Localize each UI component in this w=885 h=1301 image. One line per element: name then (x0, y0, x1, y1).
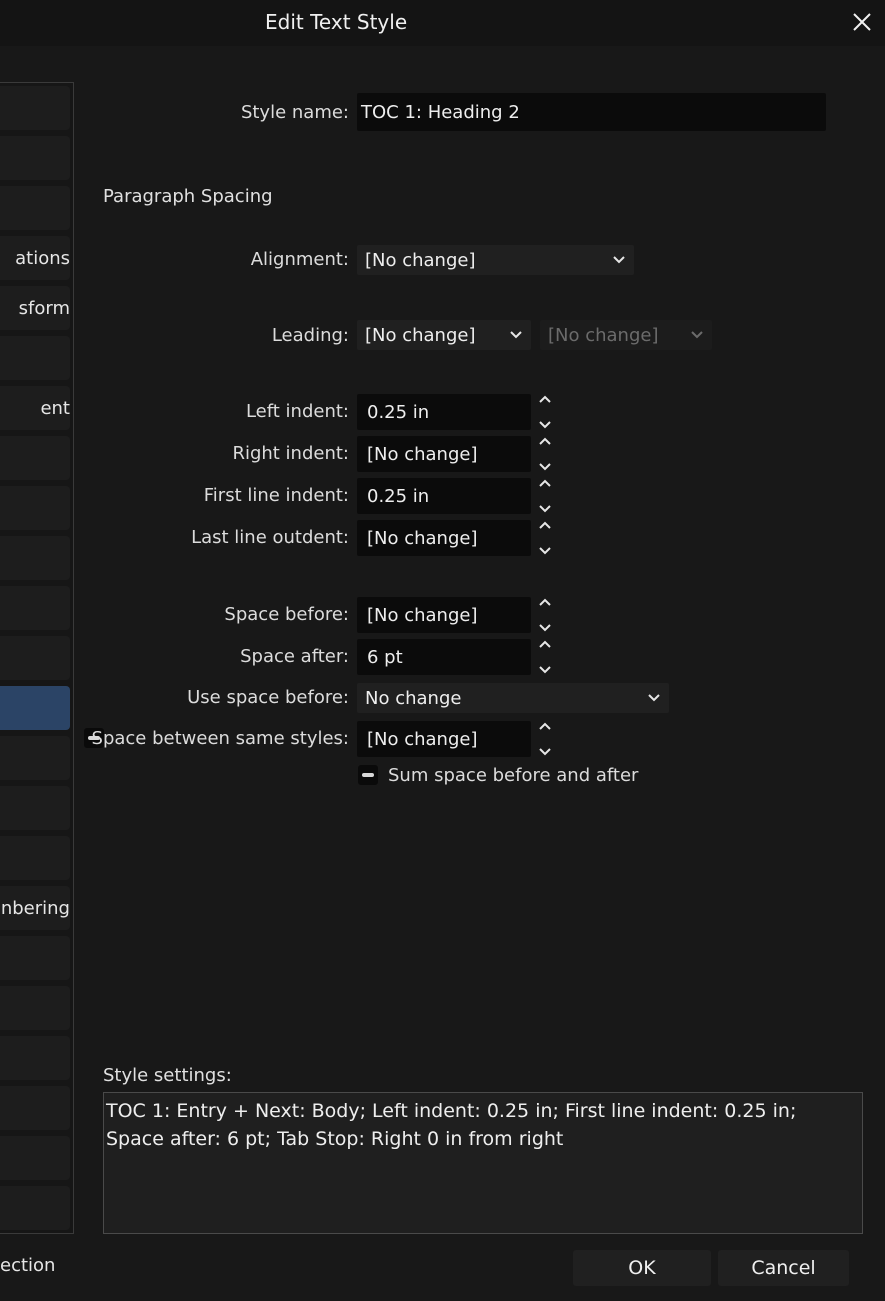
sidebar-item-selected[interactable] (0, 686, 70, 730)
sidebar-item[interactable] (0, 436, 70, 480)
cancel-button[interactable]: Cancel (718, 1250, 849, 1286)
sidebar-item[interactable]: sform (0, 286, 70, 330)
sum-space-label: Sum space before and after (388, 765, 639, 786)
close-button[interactable] (847, 4, 877, 40)
sidebar-item[interactable] (0, 936, 70, 980)
chevron-down-icon (539, 666, 551, 674)
last-line-outdent-input[interactable]: [No change] (357, 520, 531, 556)
sidebar-item[interactable] (0, 336, 70, 380)
close-icon (853, 13, 871, 31)
style-settings-text: TOC 1: Entry + Next: Body; Left indent: … (103, 1092, 863, 1234)
sidebar-category-list[interactable]: ations sform ent nbering (0, 82, 74, 1234)
ok-button[interactable]: OK (573, 1250, 711, 1286)
chevron-up-icon (539, 598, 551, 606)
sidebar-footer-label[interactable]: ection (0, 1255, 74, 1281)
left-indent-stepper[interactable] (535, 394, 555, 430)
chevron-up-icon (539, 437, 551, 445)
dialog-title: Edit Text Style (265, 10, 408, 34)
chevron-down-icon (648, 694, 660, 702)
sidebar-item[interactable] (0, 136, 70, 180)
sidebar-item[interactable] (0, 86, 70, 130)
right-indent-input[interactable]: [No change] (357, 436, 531, 472)
space-after-label: Space after: (240, 646, 349, 667)
first-line-indent-stepper[interactable] (535, 478, 555, 514)
right-indent-label: Right indent: (232, 443, 349, 464)
sidebar-item[interactable] (0, 1036, 70, 1080)
sidebar-item[interactable] (0, 536, 70, 580)
sidebar-item[interactable] (0, 186, 70, 230)
leading-value: [No change] (365, 324, 476, 346)
chevron-down-icon (510, 331, 522, 339)
leading-secondary-dropdown: [No change] (540, 320, 712, 350)
sidebar-item[interactable]: ations (0, 236, 70, 280)
space-between-same-stepper[interactable] (535, 721, 555, 757)
use-space-before-value: No change (365, 687, 462, 709)
space-before-input[interactable]: [No change] (357, 597, 531, 633)
chevron-down-icon (539, 505, 551, 513)
chevron-down-icon (539, 421, 551, 429)
alignment-value: [No change] (365, 249, 476, 271)
sidebar-item[interactable] (0, 1086, 70, 1130)
sidebar-item[interactable]: ent (0, 386, 70, 430)
sidebar-item[interactable] (0, 836, 70, 880)
section-title: Paragraph Spacing (103, 186, 273, 207)
space-after-input[interactable]: 6 pt (357, 639, 531, 675)
right-indent-stepper[interactable] (535, 436, 555, 472)
chevron-down-icon (539, 624, 551, 632)
use-space-before-label: Use space before: (187, 687, 349, 708)
chevron-down-icon (539, 463, 551, 471)
left-indent-input[interactable]: 0.25 in (357, 394, 531, 430)
use-space-before-dropdown[interactable]: No change (357, 683, 669, 713)
chevron-up-icon (539, 640, 551, 648)
leading-dropdown[interactable]: [No change] (357, 320, 531, 350)
leading-secondary-value: [No change] (548, 324, 659, 346)
style-name-label: Style name: (240, 102, 349, 123)
sidebar-item[interactable] (0, 1136, 70, 1180)
sidebar-item[interactable] (0, 986, 70, 1030)
chevron-down-icon (613, 256, 625, 264)
sidebar-item[interactable] (0, 586, 70, 630)
chevron-up-icon (539, 722, 551, 730)
sidebar-item[interactable] (0, 736, 70, 780)
first-line-indent-label: First line indent: (203, 485, 349, 506)
style-name-input[interactable]: TOC 1: Heading 2 (357, 93, 826, 131)
chevron-up-icon (539, 395, 551, 403)
leading-label: Leading: (271, 325, 349, 346)
chevron-down-icon (539, 547, 551, 555)
space-after-stepper[interactable] (535, 639, 555, 675)
alignment-label: Alignment: (250, 249, 349, 270)
sidebar-item[interactable] (0, 486, 70, 530)
chevron-up-icon (539, 521, 551, 529)
sum-space-checkbox[interactable] (358, 765, 378, 785)
alignment-dropdown[interactable]: [No change] (357, 245, 634, 275)
first-line-indent-input[interactable]: 0.25 in (357, 478, 531, 514)
sidebar-item[interactable] (0, 636, 70, 680)
last-line-outdent-label: Last line outdent: (191, 527, 349, 548)
indeterminate-icon (362, 773, 374, 777)
left-indent-label: Left indent: (245, 401, 349, 422)
space-before-label: Space before: (224, 604, 349, 625)
sidebar-item[interactable]: nbering (0, 886, 70, 930)
sidebar-item[interactable] (0, 1186, 70, 1230)
chevron-down-icon (691, 331, 703, 339)
title-bar: Edit Text Style (0, 0, 885, 46)
space-before-stepper[interactable] (535, 597, 555, 633)
last-line-outdent-stepper[interactable] (535, 520, 555, 556)
style-settings-label: Style settings: (103, 1065, 232, 1086)
chevron-down-icon (539, 748, 551, 756)
space-between-same-input[interactable]: [No change] (357, 721, 531, 757)
space-between-same-label: Space between same styles: (91, 728, 349, 749)
sidebar-item[interactable] (0, 786, 70, 830)
chevron-up-icon (539, 479, 551, 487)
